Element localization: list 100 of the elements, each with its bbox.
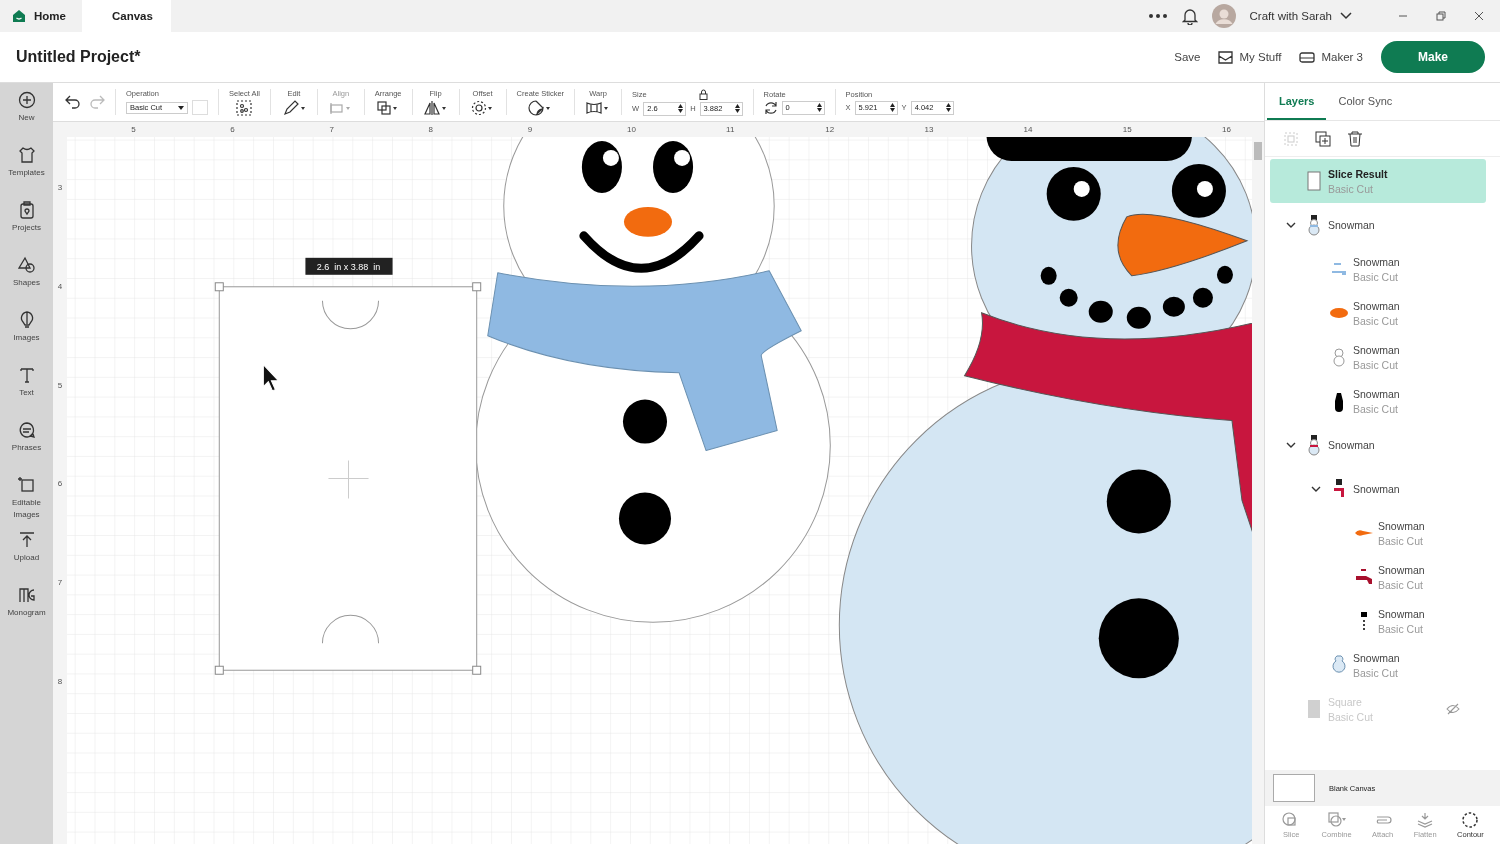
sidebar-item[interactable]: Templates	[0, 146, 53, 201]
layer-thumbnail-icon	[1355, 530, 1373, 536]
rotate-icon[interactable]	[763, 100, 778, 115]
layer-thumbnail-icon	[1308, 215, 1320, 236]
layer-operation: Basic Cut	[1378, 622, 1424, 635]
sidebar-item[interactable]: Phrases	[0, 421, 53, 476]
resize-handle[interactable]	[472, 282, 482, 292]
delete-icon[interactable]	[1347, 130, 1363, 147]
layer-row[interactable]: Snowman Basic Cut	[1270, 643, 1486, 687]
resize-handle[interactable]	[472, 665, 482, 675]
notification-bell-icon[interactable]	[1181, 7, 1198, 25]
chevron-icon[interactable]	[1286, 220, 1296, 230]
layer-thumbnail-icon	[1332, 655, 1346, 673]
sidebar-item[interactable]: Editable Images	[0, 476, 53, 531]
layer-row[interactable]: Snowman Basic Cut	[1270, 335, 1486, 379]
sidebar-item[interactable]: Upload	[0, 531, 53, 586]
sidebar-item[interactable]: Text	[0, 366, 53, 421]
scrollbar[interactable]	[1252, 122, 1264, 844]
layer-name: Snowman	[1378, 563, 1426, 576]
layer-name: Snowman	[1353, 299, 1401, 312]
new-icon	[17, 91, 36, 109]
layer-thumbnail-icon	[1356, 569, 1372, 584]
panel-tab[interactable]: Layers	[1267, 83, 1327, 120]
monogram-icon	[17, 586, 36, 604]
layer-name: Snowman	[1378, 519, 1426, 532]
panel-tab[interactable]: Color Sync	[1326, 83, 1405, 120]
color-swatch[interactable]	[192, 100, 208, 115]
layer-thumbnail-icon	[1332, 263, 1346, 275]
projects-icon	[17, 201, 36, 219]
sidebar-item[interactable]: New	[0, 91, 53, 146]
restore-icon[interactable]	[1436, 11, 1446, 21]
layer-operation: Basic Cut	[1353, 270, 1399, 283]
templates-icon	[17, 146, 36, 164]
layer-row[interactable]: Snowman	[1270, 203, 1486, 247]
make-button[interactable]: Make	[1381, 41, 1485, 73]
chevron-icon[interactable]	[1311, 484, 1321, 494]
more-icon[interactable]	[1147, 13, 1168, 19]
layer-row[interactable]: Slice Result Basic Cut	[1270, 159, 1486, 203]
spinner-icon[interactable]	[889, 103, 895, 112]
upload-icon	[17, 531, 36, 549]
snowman-drawing[interactable]	[838, 137, 1252, 844]
app-tab[interactable]: Home	[0, 0, 82, 32]
shapes-icon	[17, 256, 36, 274]
undo-icon[interactable]	[65, 95, 81, 109]
close-icon[interactable]	[1474, 11, 1484, 21]
scrollbar-thumb[interactable]	[1254, 142, 1262, 160]
project-title: Untitled Project*	[16, 48, 141, 66]
machine-button[interactable]: Maker 3	[1299, 51, 1363, 63]
spinner-icon[interactable]	[734, 104, 740, 113]
layer-name: Snowman	[1353, 343, 1401, 356]
layer-row[interactable]: Snowman	[1270, 423, 1486, 467]
layer-operation: Basic Cut	[1353, 402, 1399, 415]
combine-icon	[1326, 811, 1347, 828]
layer-row[interactable]: Snowman Basic Cut	[1270, 291, 1486, 335]
size-tooltip-text: 2.6 in x 3.88 in	[316, 261, 381, 272]
layer-thumbnail-icon	[1330, 308, 1348, 318]
sidebar-item[interactable]: Images	[0, 311, 53, 366]
layer-row[interactable]: Snowman Basic Cut	[1270, 555, 1486, 599]
app-tab[interactable]: Canvas	[81, 0, 171, 32]
spinner-icon[interactable]	[816, 103, 822, 112]
layer-name: Snowman	[1328, 439, 1376, 451]
resize-handle[interactable]	[214, 665, 224, 675]
layer-row[interactable]: Snowman Basic Cut	[1270, 599, 1486, 643]
mouse-cursor-icon	[262, 364, 279, 392]
sidebar-item[interactable]: Shapes	[0, 256, 53, 311]
layer-thumbnail-icon	[1307, 171, 1321, 191]
layer-operation: Basic Cut	[1353, 666, 1399, 679]
layer-name: Snowman	[1353, 255, 1401, 268]
resize-handle[interactable]	[214, 282, 224, 292]
layer-row[interactable]: Snowman	[1270, 467, 1486, 511]
spinner-icon[interactable]	[945, 103, 951, 112]
my-stuff-button[interactable]: My Stuff	[1218, 50, 1282, 64]
account-menu[interactable]: Craft with Sarah	[1249, 10, 1352, 22]
dropdown-caret-icon	[178, 105, 184, 110]
blank-canvas-thumbnail[interactable]	[1273, 774, 1315, 802]
layer-thumbnail-icon	[1361, 612, 1367, 630]
layer-row[interactable]: Snowman Basic Cut	[1270, 247, 1486, 291]
machine-icon	[1299, 51, 1316, 63]
save-button[interactable]: Save	[1174, 51, 1201, 63]
home-icon	[12, 9, 26, 23]
snowman-drawing[interactable]	[475, 137, 831, 623]
sidebar-item[interactable]: Projects	[0, 201, 53, 256]
chevron-icon[interactable]	[1286, 440, 1296, 450]
spinner-icon[interactable]	[678, 104, 684, 113]
layer-thumbnail-icon	[1335, 393, 1343, 412]
tray-icon	[1218, 50, 1234, 64]
layer-name: Snowman	[1353, 387, 1401, 400]
layer-name: Snowman	[1328, 219, 1376, 231]
sidebar-item[interactable]: Monogram	[0, 586, 53, 641]
lock-icon[interactable]	[698, 88, 708, 100]
flip-icon[interactable]	[422, 99, 449, 116]
chevron-down-icon	[1340, 12, 1352, 20]
hidden-eye-icon[interactable]	[1446, 703, 1460, 715]
layer-operation: Basic Cut	[1353, 358, 1399, 371]
duplicate-icon[interactable]	[1315, 130, 1331, 147]
layer-thumbnail-icon	[1333, 348, 1345, 367]
layer-operation: Basic Cut	[1353, 314, 1399, 327]
layer-row[interactable]: Snowman Basic Cut	[1270, 379, 1486, 423]
layer-row[interactable]: Snowman Basic Cut	[1270, 511, 1486, 555]
layer-thumbnail-icon	[1308, 700, 1320, 718]
